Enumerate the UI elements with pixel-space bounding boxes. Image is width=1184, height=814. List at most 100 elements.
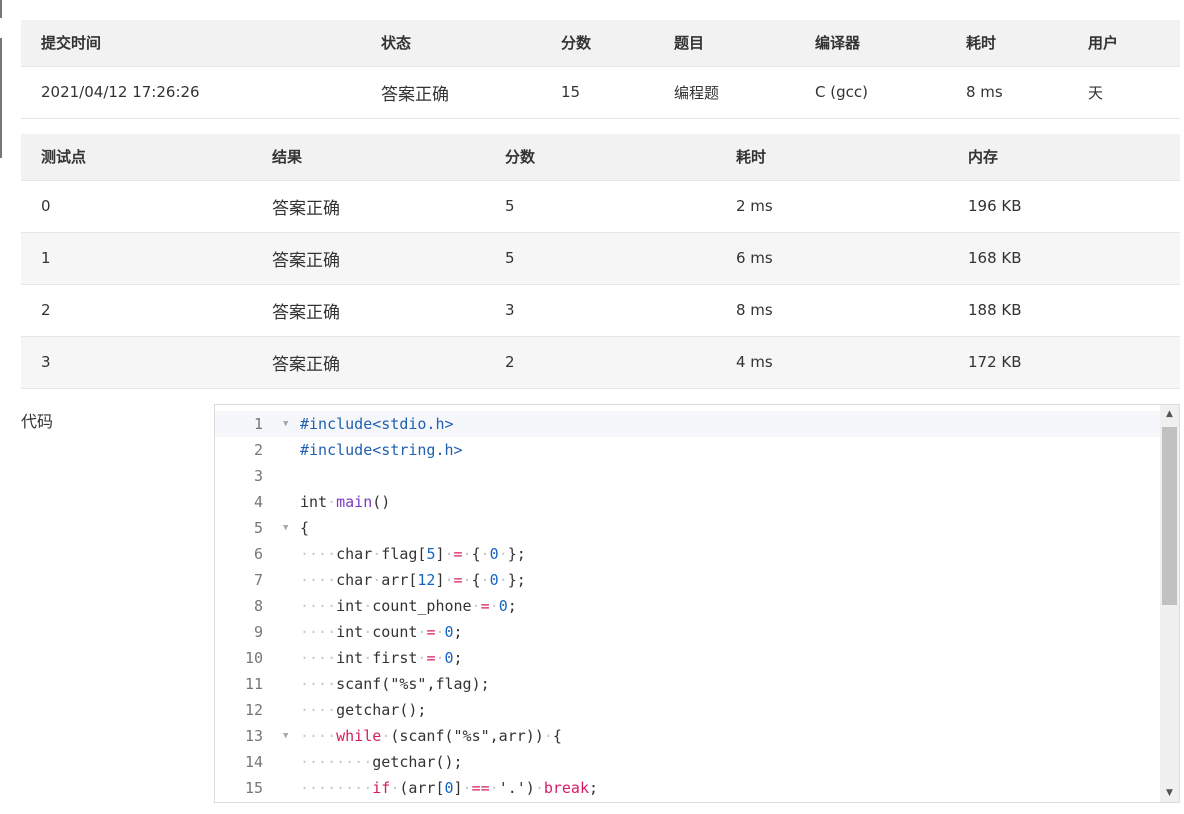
header-case-score: 分数 bbox=[485, 134, 716, 181]
table-row: 0 答案正确 5 2 ms 196 KB bbox=[21, 180, 1180, 233]
code-line[interactable]: 11 ····scanf("%s",flag); bbox=[215, 671, 1161, 697]
code-line[interactable]: 1 ▼ #include<stdio.h> bbox=[215, 411, 1161, 437]
header-memory: 内存 bbox=[948, 134, 1180, 181]
case-time: 8 ms bbox=[716, 284, 948, 337]
header-result: 结果 bbox=[252, 134, 485, 181]
code-line[interactable]: 12 ····getchar(); bbox=[215, 697, 1161, 723]
total-score: 15 bbox=[541, 66, 654, 119]
code-line[interactable]: 3 bbox=[215, 463, 1161, 489]
code-text: ····int·first·=·0; bbox=[300, 649, 463, 667]
code-label: 代码 bbox=[21, 412, 54, 431]
test-point-id: 2 bbox=[21, 284, 252, 337]
scroll-up-arrow-icon[interactable]: ▲ bbox=[1160, 405, 1179, 423]
fold-toggle-icon[interactable]: ▼ bbox=[283, 515, 288, 541]
cases-header-row: 测试点 结果 分数 耗时 内存 bbox=[21, 134, 1180, 181]
case-score: 3 bbox=[485, 284, 716, 337]
code-line[interactable]: 13 ▼ ····while·(scanf("%s",arr))·{ bbox=[215, 723, 1161, 749]
problem-link[interactable]: 编程题 bbox=[654, 66, 795, 119]
test-point-id: 3 bbox=[21, 336, 252, 389]
line-number: 3 bbox=[253, 467, 263, 485]
code-line[interactable]: 14 ········getchar(); bbox=[215, 749, 1161, 775]
code-text: ····int·count·=·0; bbox=[300, 623, 463, 641]
line-number: 10 bbox=[244, 649, 263, 667]
header-compiler: 编译器 bbox=[795, 20, 946, 67]
user-link[interactable]: 天 bbox=[1068, 66, 1180, 119]
code-line[interactable]: 4 int·main() bbox=[215, 489, 1161, 515]
line-number: 4 bbox=[253, 493, 263, 511]
line-number: 15 bbox=[244, 779, 263, 797]
code-text: ····char·flag[5]·=·{·0·}; bbox=[300, 545, 526, 563]
scrollbar-thumb[interactable] bbox=[1162, 427, 1177, 605]
header-user: 用户 bbox=[1068, 20, 1180, 67]
case-time: 4 ms bbox=[716, 336, 948, 389]
line-number: 9 bbox=[253, 623, 263, 641]
case-time: 2 ms bbox=[716, 180, 948, 233]
code-lines[interactable]: 1 ▼ #include<stdio.h> 2 #include<string.h> 3 4… bbox=[215, 411, 1161, 801]
line-number: 6 bbox=[253, 545, 263, 563]
code-text: ····char·arr[12]·=·{·0·}; bbox=[300, 571, 526, 589]
case-time: 6 ms bbox=[716, 232, 948, 285]
header-time: 耗时 bbox=[946, 20, 1068, 67]
line-number: 12 bbox=[244, 701, 263, 719]
code-text: int·main() bbox=[300, 493, 391, 511]
case-memory: 196 KB bbox=[948, 180, 1180, 233]
case-result: 答案正确 bbox=[252, 336, 485, 389]
line-number: 8 bbox=[253, 597, 263, 615]
case-result: 答案正确 bbox=[252, 180, 485, 233]
summary-row: 2021/04/12 17:26:26 答案正确 15 编程题 C (gcc) … bbox=[21, 66, 1180, 119]
code-text: #include<string.h> bbox=[300, 441, 463, 459]
line-number: 2 bbox=[253, 441, 263, 459]
line-number: 14 bbox=[244, 753, 263, 771]
code-text: ········if·(arr[0]·==·'.')·break; bbox=[300, 779, 599, 797]
code-line[interactable]: 5 ▼ { bbox=[215, 515, 1161, 541]
code-line[interactable]: 9 ····int·count·=·0; bbox=[215, 619, 1161, 645]
case-score: 5 bbox=[485, 232, 716, 285]
code-text: ····scanf("%s",flag); bbox=[300, 675, 490, 693]
submission-summary-table: 提交时间 状态 分数 题目 编译器 耗时 用户 2021/04/12 17:26… bbox=[21, 20, 1180, 119]
case-memory: 188 KB bbox=[948, 284, 1180, 337]
code-line[interactable]: 2 #include<string.h> bbox=[215, 437, 1161, 463]
compiler: C (gcc) bbox=[795, 66, 946, 119]
header-status: 状态 bbox=[361, 20, 541, 67]
case-score: 2 bbox=[485, 336, 716, 389]
test-cases-table: 测试点 结果 分数 耗时 内存 0 答案正确 5 2 ms 196 KB 1 答… bbox=[21, 134, 1180, 389]
elapsed-time: 8 ms bbox=[946, 66, 1068, 119]
line-number: 7 bbox=[253, 571, 263, 589]
code-text: ········getchar(); bbox=[300, 753, 463, 771]
status-badge: 答案正确 bbox=[361, 66, 541, 119]
header-case-time: 耗时 bbox=[716, 134, 948, 181]
header-test-point: 测试点 bbox=[21, 134, 252, 181]
case-result: 答案正确 bbox=[252, 284, 485, 337]
line-number: 13 bbox=[244, 727, 263, 745]
code-line[interactable]: 6 ····char·flag[5]·=·{·0·}; bbox=[215, 541, 1161, 567]
header-submit-time: 提交时间 bbox=[21, 20, 361, 67]
code-editor[interactable]: 1 ▼ #include<stdio.h> 2 #include<string.h> 3 4… bbox=[214, 404, 1180, 803]
vertical-scrollbar[interactable]: ▲ ▼ bbox=[1160, 405, 1179, 802]
fold-toggle-icon[interactable]: ▼ bbox=[283, 723, 288, 749]
line-number: 1 bbox=[253, 415, 263, 433]
line-number: 5 bbox=[253, 519, 263, 537]
code-text: ····while·(scanf("%s",arr))·{ bbox=[300, 727, 562, 745]
test-point-id: 1 bbox=[21, 232, 252, 285]
header-score: 分数 bbox=[541, 20, 654, 67]
case-score: 5 bbox=[485, 180, 716, 233]
code-line[interactable]: 7 ····char·arr[12]·=·{·0·}; bbox=[215, 567, 1161, 593]
code-text: ····int·count_phone·=·0; bbox=[300, 597, 517, 615]
code-line[interactable]: 8 ····int·count_phone·=·0; bbox=[215, 593, 1161, 619]
case-memory: 168 KB bbox=[948, 232, 1180, 285]
table-row: 1 答案正确 5 6 ms 168 KB bbox=[21, 232, 1180, 285]
code-line[interactable]: 15 ········if·(arr[0]·==·'.')·break; bbox=[215, 775, 1161, 801]
scroll-down-arrow-icon[interactable]: ▼ bbox=[1160, 784, 1179, 802]
header-problem: 题目 bbox=[654, 20, 795, 67]
table-row: 3 答案正确 2 4 ms 172 KB bbox=[21, 336, 1180, 389]
code-text: { bbox=[300, 519, 310, 537]
fold-toggle-icon[interactable]: ▼ bbox=[283, 411, 288, 437]
line-number: 11 bbox=[244, 675, 263, 693]
code-line[interactable]: 10 ····int·first·=·0; bbox=[215, 645, 1161, 671]
left-edge-marker bbox=[0, 0, 2, 814]
code-text: #include<stdio.h> bbox=[300, 415, 454, 433]
summary-header-row: 提交时间 状态 分数 题目 编译器 耗时 用户 bbox=[21, 20, 1180, 67]
table-row: 2 答案正确 3 8 ms 188 KB bbox=[21, 284, 1180, 337]
test-point-id: 0 bbox=[21, 180, 252, 233]
submit-time: 2021/04/12 17:26:26 bbox=[21, 66, 361, 119]
